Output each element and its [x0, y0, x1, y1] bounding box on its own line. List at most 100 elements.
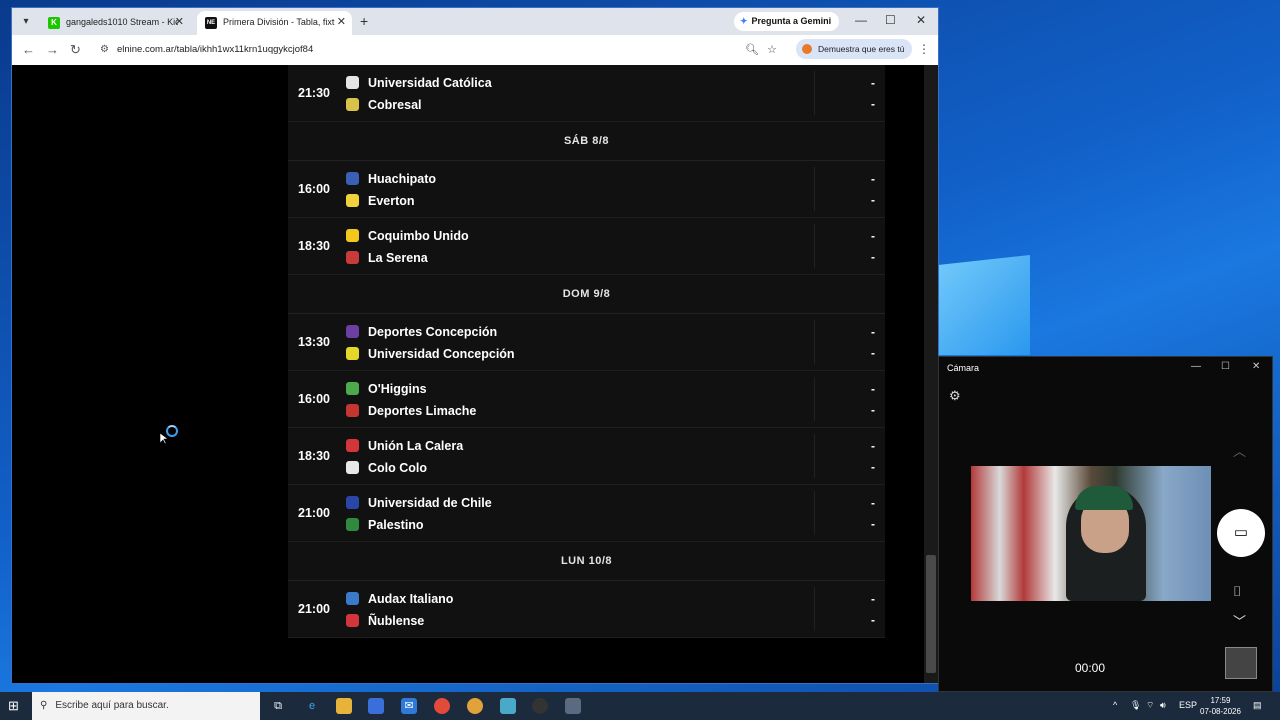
away-team-name: Cobresal — [368, 98, 422, 112]
chrome-profile-icon[interactable] — [467, 698, 483, 714]
task-view-icon[interactable]: ⧉ — [270, 698, 286, 714]
score-divider — [814, 377, 815, 421]
tab-kick-stream[interactable]: K gangaleds1010 Stream - Kick ✕ — [40, 11, 190, 35]
chevron-up-icon[interactable]: ︿ — [1233, 441, 1246, 460]
microphone-icon[interactable]: 🎙︎ — [1130, 700, 1141, 711]
home-team-name: Audax Italiano — [368, 592, 454, 606]
record-video-button[interactable]: ▭ — [1217, 509, 1265, 557]
camera-minimize-icon[interactable]: — — [1191, 361, 1201, 372]
close-tab-icon[interactable]: ✕ — [337, 15, 346, 28]
home-team[interactable]: Deportes Concepción — [346, 323, 497, 341]
match-time: 21:00 — [298, 602, 330, 616]
last-capture-thumbnail[interactable] — [1225, 647, 1257, 679]
tab-search-chevron-icon[interactable]: ▾ — [18, 14, 34, 30]
notes-app-icon[interactable] — [500, 698, 516, 714]
chevron-down-icon[interactable]: ﹀ — [1233, 611, 1246, 630]
away-team[interactable]: Deportes Limache — [346, 402, 476, 420]
tray-chevron-icon[interactable]: ^ — [1113, 700, 1117, 710]
away-team-name: Universidad Concepción — [368, 347, 515, 361]
close-window-icon[interactable]: ✕ — [916, 13, 926, 27]
match-row[interactable]: 13:30 Deportes Concepción Universidad Conc… — [288, 314, 885, 371]
home-team[interactable]: Audax Italiano — [346, 590, 453, 608]
away-team[interactable]: Everton — [346, 192, 415, 210]
away-score: - — [871, 346, 875, 360]
away-score: - — [871, 613, 875, 627]
close-tab-icon[interactable]: ✕ — [175, 15, 184, 28]
home-team-crest-icon — [346, 229, 359, 242]
taskbar-search-box[interactable]: ⚲ Escribe aquí para buscar. — [32, 692, 260, 720]
back-arrow-icon[interactable]: ← — [22, 42, 35, 57]
score-divider — [814, 587, 815, 631]
tab-primera-division[interactable]: NE Primera División - Tabla, fixture ✕ — [197, 11, 352, 35]
match-row[interactable]: 21:00 Universidad de Chile Palestino - - — [288, 485, 885, 542]
match-time: 16:00 — [298, 392, 330, 406]
site-info-icon[interactable]: ⚙ — [100, 44, 109, 55]
gemini-label: Pregunta a Gemini — [751, 16, 832, 26]
zoom-icon[interactable]: 🔍︎ — [745, 43, 759, 56]
match-row[interactable]: 16:00 Huachipato Everton - - — [288, 161, 885, 218]
home-team-crest-icon — [346, 439, 359, 452]
language-indicator[interactable]: ESP — [1179, 700, 1197, 710]
gemini-button[interactable]: ✦ Pregunta a Gemini — [734, 12, 840, 31]
new-tab-plus-icon[interactable]: + — [360, 13, 368, 29]
obs-icon[interactable] — [532, 698, 548, 714]
volume-icon[interactable]: 🔊︎ — [1160, 700, 1166, 711]
maximize-icon[interactable]: ☐ — [885, 13, 896, 27]
away-team[interactable]: Ñublense — [346, 612, 424, 630]
home-score: - — [871, 496, 875, 510]
match-time: 21:30 — [298, 86, 330, 100]
away-team[interactable]: Palestino — [346, 516, 424, 534]
store-icon[interactable] — [368, 698, 384, 714]
away-score: - — [871, 460, 875, 474]
bookmark-star-icon[interactable]: ☆ — [767, 43, 777, 56]
home-team[interactable]: Unión La Calera — [346, 437, 463, 455]
home-team-name: Unión La Calera — [368, 439, 464, 453]
menu-kebab-icon[interactable]: ⋮ — [918, 42, 930, 56]
tab-title: gangaleds1010 Stream - Kick — [66, 17, 178, 27]
page-scrollbar[interactable] — [924, 65, 938, 683]
away-team[interactable]: La Serena — [346, 249, 428, 267]
away-team[interactable]: Cobresal — [346, 96, 422, 114]
profile-chip[interactable]: Demuestra que eres tú — [796, 39, 913, 59]
windows-start-icon[interactable]: ⊞ — [8, 698, 19, 714]
url-field[interactable]: ⚙ elnine.com.ar/tabla/ikhh1wx11krn1uqgykc… — [100, 40, 770, 60]
network-icon[interactable]: ⌔ — [1146, 700, 1154, 711]
forward-arrow-icon[interactable]: → — [46, 42, 59, 57]
edge-icon[interactable]: e — [304, 698, 320, 714]
minimize-icon[interactable]: — — [855, 13, 867, 27]
home-score: - — [871, 439, 875, 453]
mail-icon[interactable]: ✉ — [401, 698, 417, 714]
camera-maximize-icon[interactable]: ☐ — [1221, 361, 1230, 372]
away-team-name: Colo Colo — [368, 461, 428, 475]
away-team[interactable]: Colo Colo — [346, 459, 427, 477]
camera-app-icon[interactable] — [565, 698, 581, 714]
home-team[interactable]: O'Higgins — [346, 380, 427, 398]
match-row[interactable]: 21:00 Audax Italiano Ñublense - - — [288, 581, 885, 638]
away-team[interactable]: Universidad Concepción — [346, 345, 515, 363]
score-divider — [814, 224, 815, 268]
away-score: - — [871, 517, 875, 531]
away-team-name: Everton — [368, 194, 415, 208]
camera-close-icon[interactable]: ✕ — [1252, 361, 1260, 372]
match-row[interactable]: 18:30 Unión La Calera Colo Colo - - — [288, 428, 885, 485]
match-row[interactable]: 18:30 Coquimbo Unido La Serena - - — [288, 218, 885, 275]
taskbar-clock[interactable]: 17:59 07-08-2026 — [1200, 695, 1241, 717]
photo-camera-icon[interactable]: ⌷ — [1233, 583, 1241, 600]
home-team[interactable]: Universidad Católica — [346, 74, 492, 92]
chrome-icon[interactable] — [434, 698, 450, 714]
away-score: - — [871, 250, 875, 264]
fixture-list: 21:30 Universidad Católica Cobresal - - SÁB 8… — [288, 65, 885, 638]
away-team-crest-icon — [346, 404, 359, 417]
home-team[interactable]: Coquimbo Unido — [346, 227, 469, 245]
match-row[interactable]: 21:30 Universidad Católica Cobresal - - — [288, 65, 885, 122]
home-team[interactable]: Universidad de Chile — [346, 494, 492, 512]
home-score: - — [871, 229, 875, 243]
match-time: 21:00 — [298, 506, 330, 520]
home-team[interactable]: Huachipato — [346, 170, 436, 188]
match-row[interactable]: 16:00 O'Higgins Deportes Limache - - — [288, 371, 885, 428]
scrollbar-thumb[interactable] — [926, 555, 936, 673]
file-explorer-icon[interactable] — [336, 698, 352, 714]
reload-icon[interactable]: ↻ — [70, 42, 81, 58]
settings-gear-icon[interactable]: ⚙ — [949, 388, 961, 404]
notifications-icon[interactable]: ▤ — [1253, 700, 1262, 711]
